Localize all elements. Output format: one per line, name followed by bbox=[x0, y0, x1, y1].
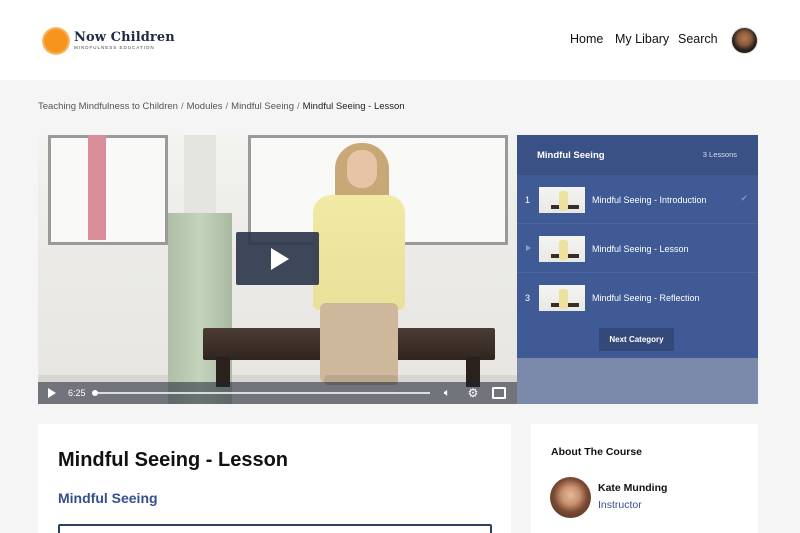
instructor-role: Instructor bbox=[598, 499, 642, 511]
video-presenter-face bbox=[347, 150, 377, 188]
brand-logo[interactable]: Now Children MINDFULNESS EDUCATION bbox=[42, 25, 182, 57]
breadcrumb-current: Mindful Seeing - Lesson bbox=[302, 101, 405, 112]
lesson-title: Mindful Seeing - Lesson bbox=[592, 244, 689, 254]
lesson-title: Mindful Seeing - Reflection bbox=[592, 293, 700, 303]
breadcrumb-separator: / bbox=[180, 101, 184, 112]
lesson-thumbnail bbox=[539, 236, 585, 262]
lesson-content-card: Mindful Seeing - Lesson Mindful Seeing bbox=[38, 424, 511, 533]
video-time: 6:25 bbox=[68, 388, 86, 398]
breadcrumb-course[interactable]: Teaching Mindfulness to Children bbox=[38, 101, 178, 112]
lesson-number: 1 bbox=[525, 195, 531, 205]
module-subtitle[interactable]: Mindful Seeing bbox=[58, 490, 158, 506]
nav-my-library[interactable]: My Libary bbox=[615, 32, 669, 46]
lesson-item-lesson[interactable]: Mindful Seeing - Lesson bbox=[517, 223, 758, 271]
lessons-module-title: Mindful Seeing bbox=[537, 150, 605, 161]
nav-search[interactable]: Search bbox=[678, 32, 718, 46]
lesson-item-reflection[interactable]: 3 Mindful Seeing - Reflection bbox=[517, 272, 758, 320]
video-red-pipe bbox=[88, 135, 106, 240]
instructor-name: Kate Munding bbox=[598, 482, 668, 494]
user-avatar[interactable] bbox=[731, 27, 758, 54]
video-white-column bbox=[184, 135, 216, 225]
lessons-panel: Mindful Seeing 3 Lessons 1 Mindful Seein… bbox=[517, 135, 758, 404]
breadcrumb-separator: / bbox=[297, 101, 300, 112]
lesson-thumbnail bbox=[539, 285, 585, 311]
brand-text: Now Children MINDFULNESS EDUCATION bbox=[74, 31, 175, 51]
settings-gear-icon[interactable]: ⚙︎ bbox=[466, 386, 480, 400]
lesson-title: Mindful Seeing - Introduction bbox=[592, 195, 707, 205]
sun-logo-icon bbox=[42, 27, 70, 55]
video-window-left bbox=[48, 135, 168, 245]
video-presenter-pants bbox=[320, 303, 398, 383]
video-controls: 6:25 🔈︎ ⚙︎ bbox=[38, 382, 517, 404]
lesson-thumbnail bbox=[539, 187, 585, 213]
play-icon bbox=[270, 247, 289, 270]
lessons-header: Mindful Seeing 3 Lessons bbox=[517, 135, 758, 175]
page-title: Mindful Seeing - Lesson bbox=[58, 449, 289, 471]
about-title: About The Course bbox=[551, 446, 642, 458]
volume-icon[interactable]: 🔈︎ bbox=[440, 387, 454, 400]
breadcrumb-modules[interactable]: Modules bbox=[187, 101, 223, 112]
video-progress-handle[interactable] bbox=[92, 390, 98, 396]
nav-home[interactable]: Home bbox=[570, 32, 603, 46]
video-progress-bar[interactable] bbox=[92, 390, 430, 396]
site-header: Now Children MINDFULNESS EDUCATION Home … bbox=[0, 0, 800, 80]
about-course-card: About The Course Kate Munding Instructor bbox=[531, 424, 758, 533]
breadcrumb: Teaching Mindfulness to Children / Modules… bbox=[38, 101, 405, 112]
lesson-number: 3 bbox=[525, 293, 531, 303]
breadcrumb-separator: / bbox=[225, 101, 229, 112]
breadcrumb-module[interactable]: Mindful Seeing bbox=[231, 101, 294, 112]
lessons-count: 3 Lessons bbox=[702, 150, 737, 159]
video-presenter-shirt bbox=[313, 195, 405, 310]
lesson-item-introduction[interactable]: 1 Mindful Seeing - Introduction ✔ bbox=[517, 175, 758, 223]
brand-name: Now Children bbox=[74, 30, 175, 45]
play-icon[interactable] bbox=[48, 388, 56, 398]
video-player[interactable]: 6:25 🔈︎ ⚙︎ bbox=[38, 135, 517, 404]
instructor-avatar bbox=[550, 477, 591, 518]
fullscreen-icon[interactable] bbox=[492, 387, 506, 399]
next-category-button[interactable]: Next Category bbox=[599, 328, 674, 351]
brand-tagline: MINDFULNESS EDUCATION bbox=[74, 45, 155, 50]
content-box bbox=[58, 524, 492, 533]
big-play-button[interactable] bbox=[236, 232, 319, 285]
checkmark-icon: ✔ bbox=[740, 193, 748, 203]
current-lesson-arrow-icon bbox=[526, 245, 531, 251]
